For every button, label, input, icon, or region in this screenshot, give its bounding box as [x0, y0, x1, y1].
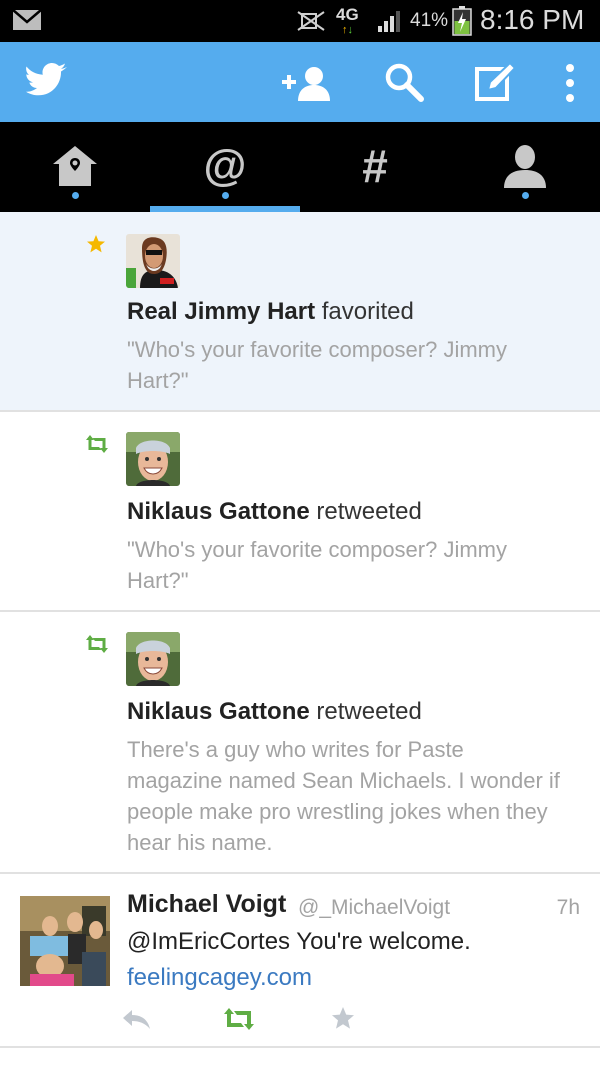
- tab-mentions[interactable]: @: [150, 122, 300, 212]
- avatar[interactable]: [20, 896, 110, 986]
- favorite-icon[interactable]: [328, 1006, 362, 1032]
- signal-strength-icon: [378, 11, 400, 32]
- star-icon: [87, 235, 105, 253]
- quoted-tweet[interactable]: "Who's your favorite composer? Jimmy Har…: [127, 334, 567, 396]
- new-items-indicator: [222, 192, 229, 199]
- retweet-icon: [86, 435, 108, 453]
- quoted-tweet-line: Hart?": [127, 568, 189, 593]
- compose-icon[interactable]: [474, 62, 516, 102]
- status-bar: 4G ↑↓ 41% 8:16 PM: [0, 0, 600, 42]
- quoted-tweet-line: magazine named Sean Michaels. I wonder i…: [127, 768, 560, 793]
- overflow-menu-icon[interactable]: [562, 62, 578, 104]
- timestamp: 7h: [556, 896, 580, 919]
- reply-icon[interactable]: [120, 1006, 154, 1032]
- add-user-icon[interactable]: [280, 64, 332, 102]
- battery-charging-icon: [452, 6, 472, 36]
- mail-notification-icon: [12, 9, 42, 30]
- activity-verb: retweeted: [316, 698, 422, 725]
- quoted-tweet-line: There's a guy who writes for Paste: [127, 737, 464, 762]
- user-name[interactable]: Michael Voigt: [127, 890, 286, 919]
- mentions-feed: Real Jimmy Hart favorited "Who's your fa…: [0, 212, 600, 1048]
- search-icon[interactable]: [384, 62, 424, 102]
- network-type: 4G: [336, 5, 359, 24]
- nfc-icon: [297, 11, 325, 31]
- tweet[interactable]: Michael Voigt @_MichaelVoigt 7h @ImEricC…: [0, 874, 600, 1048]
- quoted-tweet[interactable]: "Who's your favorite composer? Jimmy Har…: [127, 534, 567, 596]
- house-icon: [53, 146, 97, 186]
- data-activity-icon: ↑↓: [342, 24, 353, 36]
- activity-verb: retweeted: [316, 498, 422, 525]
- quoted-tweet-line: people make pro wrestling jokes when the…: [127, 799, 548, 824]
- activity-headline: Niklaus Gattone retweeted: [127, 698, 422, 726]
- user-name[interactable]: Real Jimmy Hart: [127, 298, 315, 325]
- quoted-tweet-line: hear his name.: [127, 830, 273, 855]
- activity-headline: Niklaus Gattone retweeted: [127, 498, 422, 526]
- activity-headline: Real Jimmy Hart favorited: [127, 298, 414, 326]
- new-items-indicator: [522, 192, 529, 199]
- avatar[interactable]: [126, 632, 180, 686]
- avatar[interactable]: [126, 432, 180, 486]
- tweet-text: @ImEricCortes You're welcome.: [127, 928, 471, 955]
- tab-bar: @ #: [0, 122, 600, 212]
- tab-home[interactable]: [0, 122, 150, 212]
- svg-text:#: #: [362, 144, 388, 188]
- app-bar: [0, 42, 600, 122]
- person-icon: [504, 145, 546, 188]
- hashtag-icon: #: [362, 144, 388, 188]
- clock: 8:16 PM: [480, 4, 585, 35]
- activity-item[interactable]: Real Jimmy Hart favorited "Who's your fa…: [0, 212, 600, 412]
- tweet-link[interactable]: feelingcagey.com: [127, 964, 312, 992]
- new-items-indicator: [72, 192, 79, 199]
- tab-profile[interactable]: [450, 122, 600, 212]
- battery-percent: 41%: [410, 10, 449, 31]
- quoted-tweet-line: "Who's your favorite composer? Jimmy: [127, 337, 508, 362]
- retweet-icon: [86, 635, 108, 653]
- tab-discover[interactable]: #: [300, 122, 450, 212]
- at-sign-icon: @: [204, 144, 247, 188]
- user-handle[interactable]: @_MichaelVoigt: [298, 896, 450, 920]
- retweet-icon[interactable]: [222, 1006, 256, 1032]
- activity-verb: favorited: [321, 298, 414, 325]
- svg-text:@: @: [204, 144, 247, 188]
- user-name[interactable]: Niklaus Gattone: [127, 698, 310, 725]
- twitter-bird-icon[interactable]: [26, 62, 68, 100]
- quoted-tweet-line: "Who's your favorite composer? Jimmy: [127, 537, 508, 562]
- activity-item[interactable]: Niklaus Gattone retweeted "Who's your fa…: [0, 412, 600, 612]
- user-name[interactable]: Niklaus Gattone: [127, 498, 310, 525]
- avatar[interactable]: [126, 234, 180, 288]
- activity-item[interactable]: Niklaus Gattone retweeted There's a guy …: [0, 612, 600, 874]
- quoted-tweet[interactable]: There's a guy who writes for Paste magaz…: [127, 734, 587, 858]
- quoted-tweet-line: Hart?": [127, 368, 189, 393]
